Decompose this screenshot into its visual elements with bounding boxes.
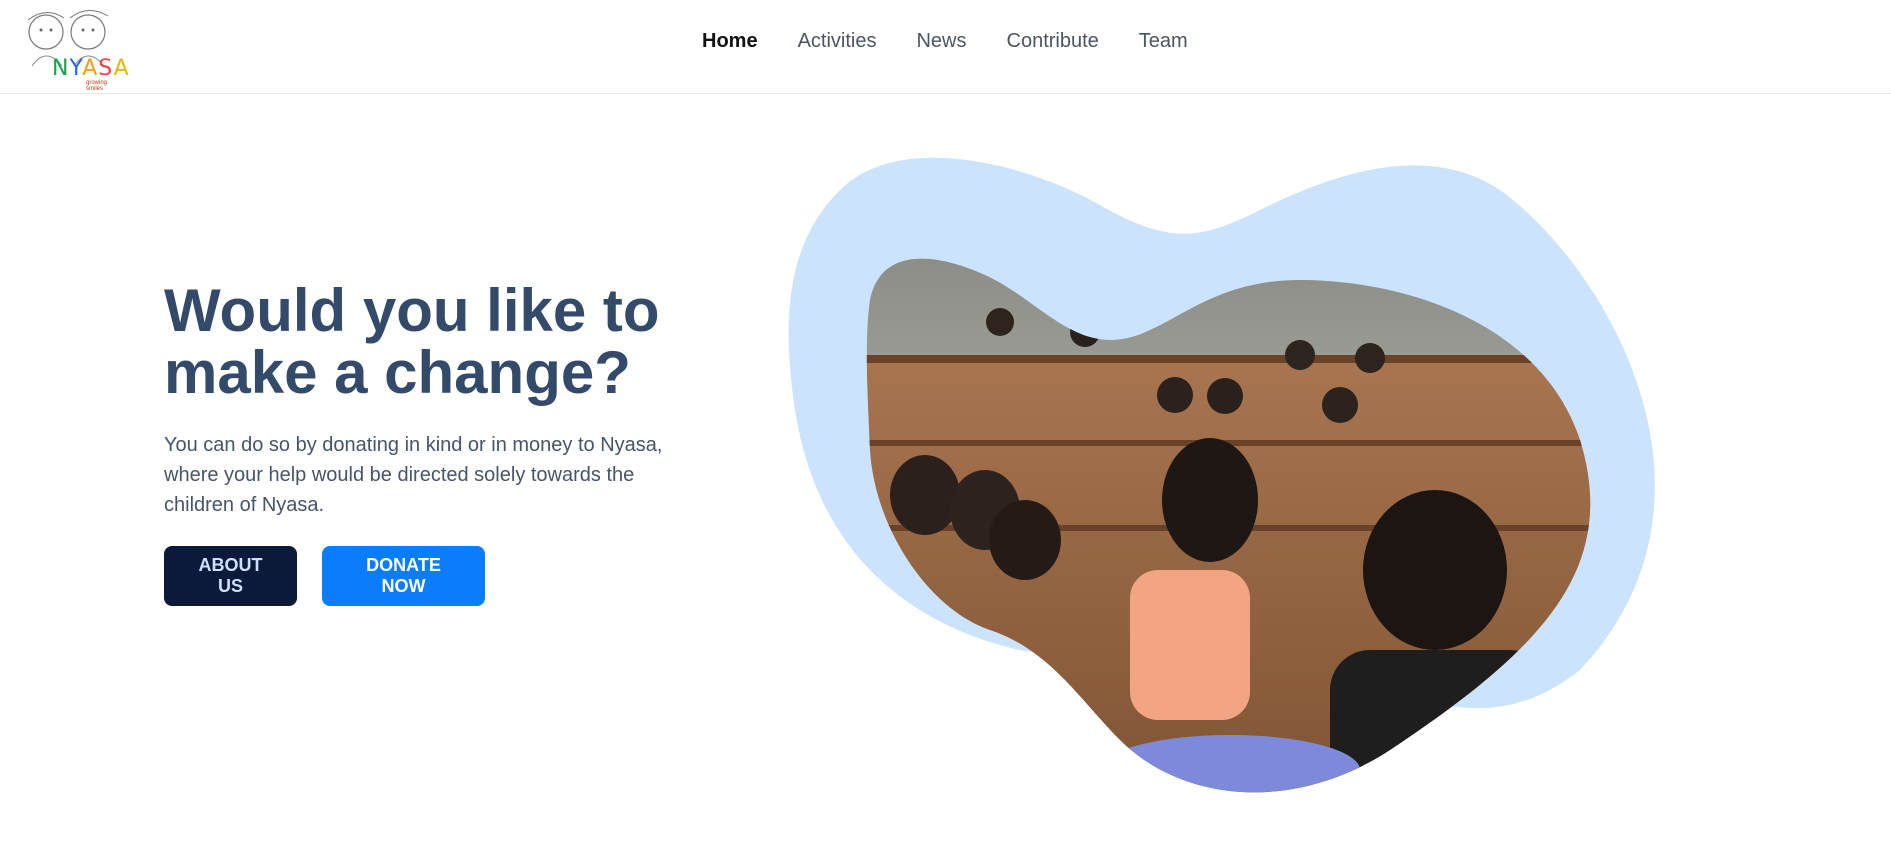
main-nav: Home Activities News Contribute Team [702,30,1188,53]
hero-title: Would you like to make a change? [164,277,660,406]
site-header: NYASA growing smiles Home Activities New… [0,0,1891,94]
donate-now-button[interactable]: DONATE NOW [322,546,485,606]
logo-wordmark: NYASA [52,56,130,81]
about-us-button[interactable]: ABOUT US [164,546,297,606]
hero-illustration [788,157,1655,793]
nav-home[interactable]: Home [702,30,758,53]
nav-team[interactable]: Team [1139,30,1188,53]
nav-activities[interactable]: Activities [798,30,877,53]
hero-description: You can do so by donating in kind or in … [164,434,663,516]
nav-news[interactable]: News [916,30,966,53]
logo-tagline: growing smiles [86,80,108,92]
nav-contribute[interactable]: Contribute [1007,30,1099,53]
nyasa-logo[interactable]: NYASA growing smiles [18,6,129,92]
hero-image-area [780,150,1740,810]
